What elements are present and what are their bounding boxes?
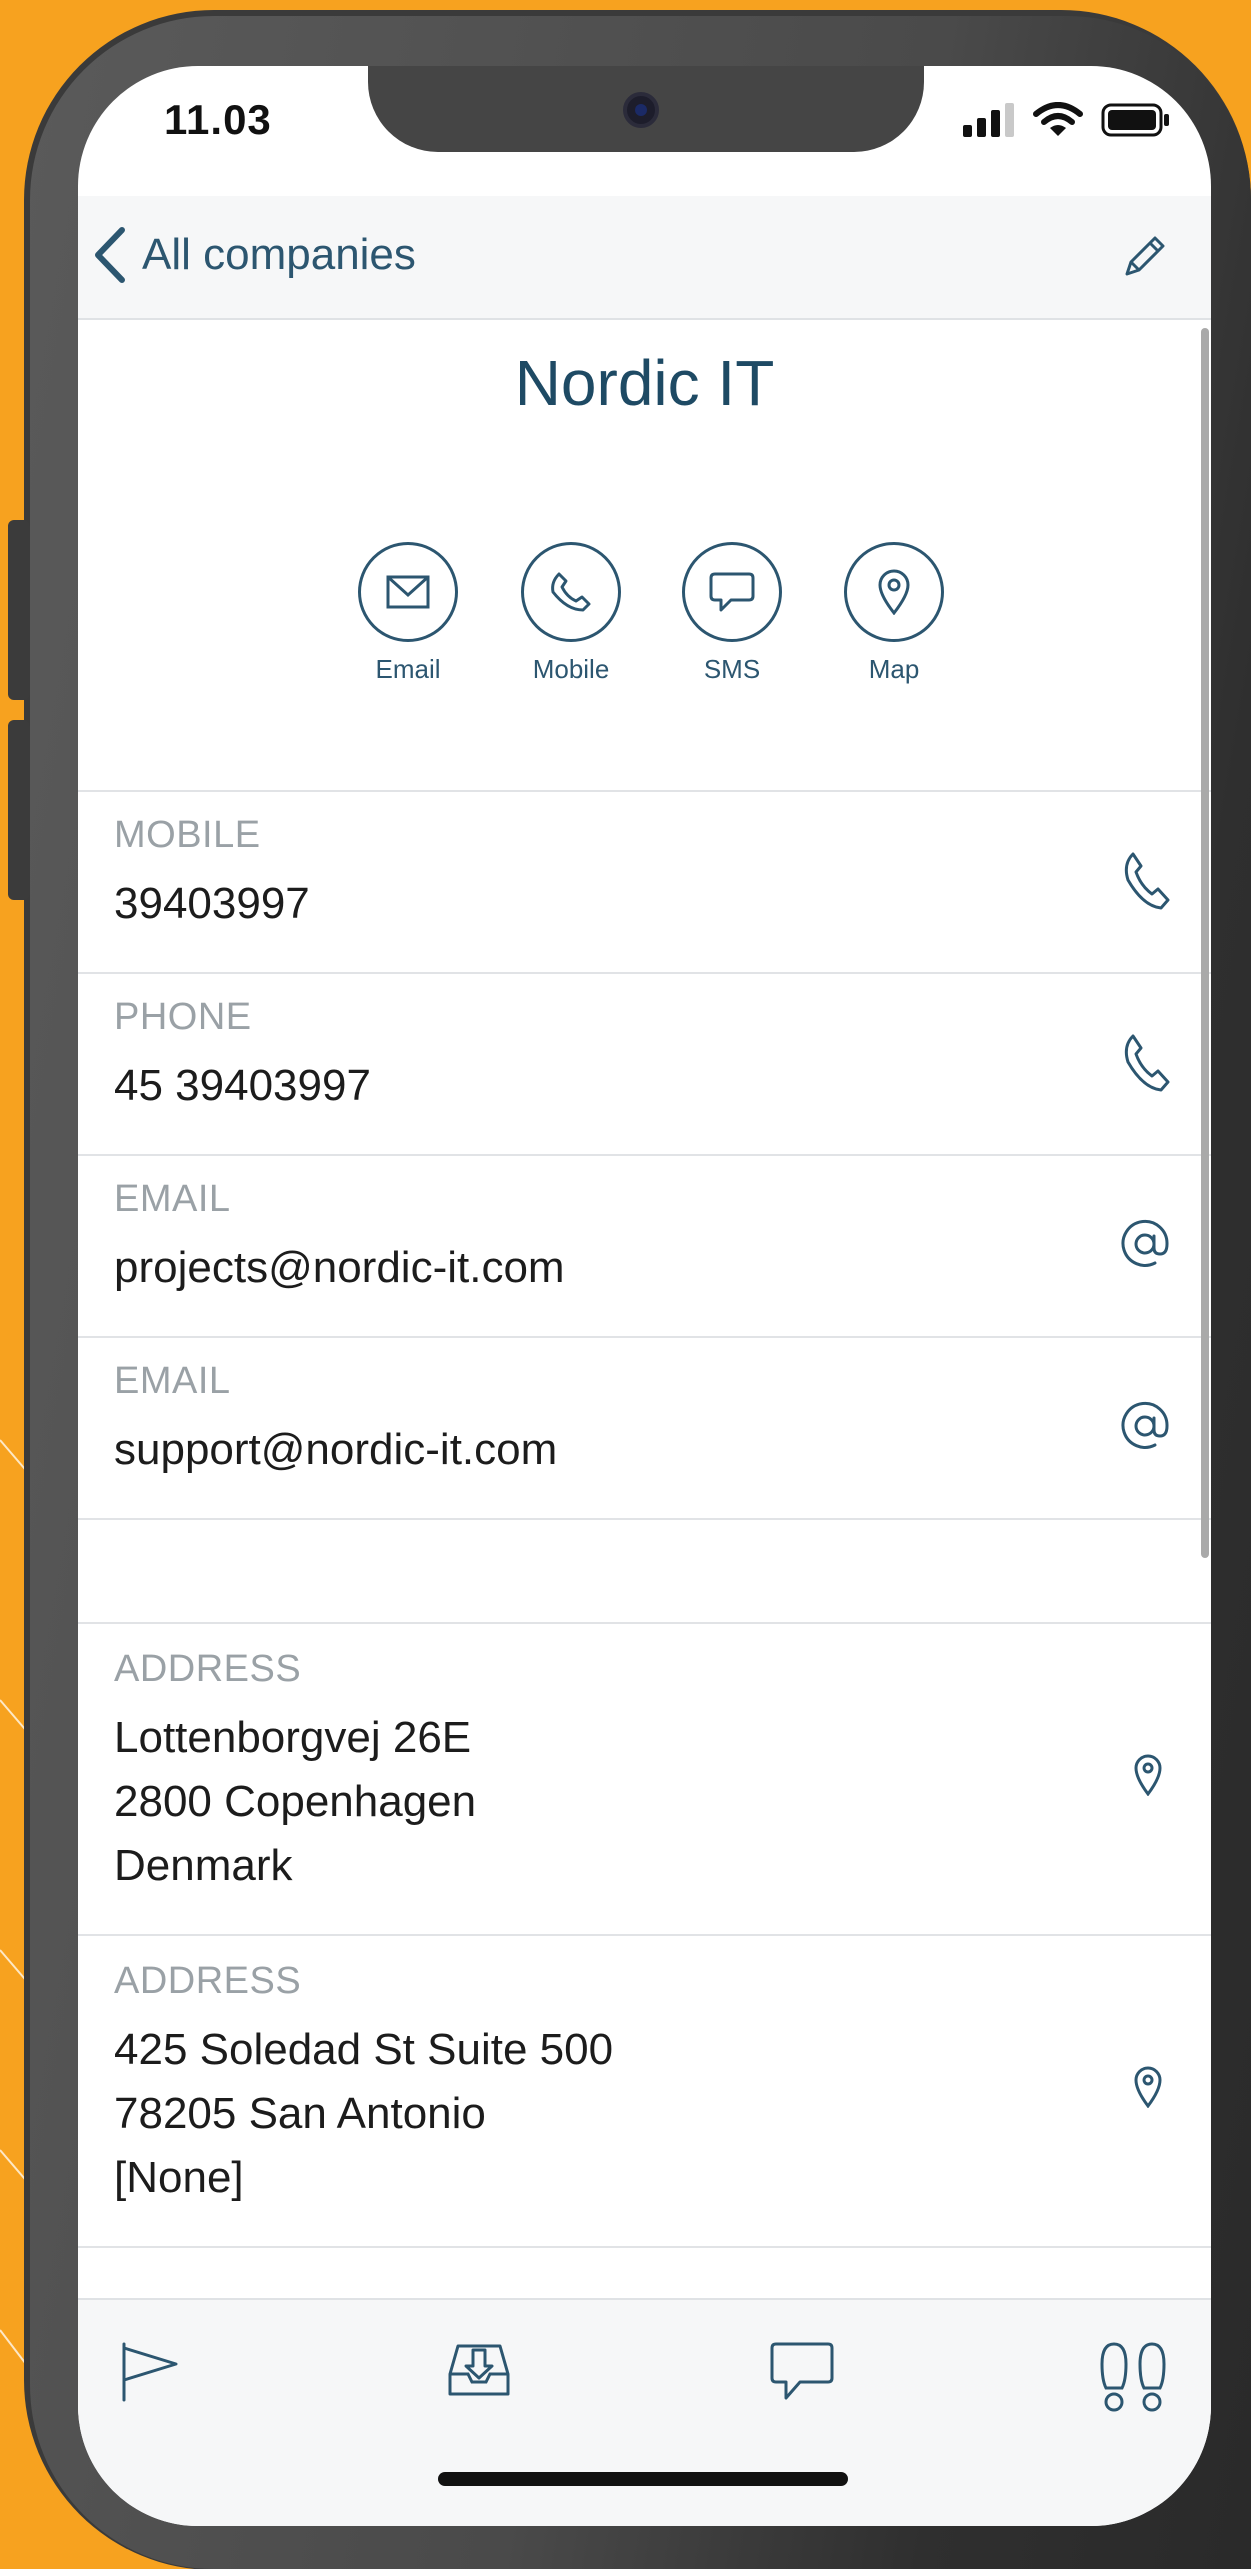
phone-icon (1124, 852, 1170, 910)
phone-field[interactable]: PHONE 45 39403997 (78, 974, 1211, 1154)
email-action-button[interactable]: Email (348, 542, 468, 685)
inbox-icon (448, 2344, 510, 2396)
at-sign-icon (1121, 1401, 1169, 1449)
company-name: Nordic IT (514, 347, 775, 419)
chat-icon (770, 2342, 834, 2400)
divider (78, 2246, 1211, 2248)
quick-actions: Email Mobile SMS Map (348, 542, 948, 685)
open-map-button[interactable] (1133, 2066, 1163, 2113)
field-label: EMAIL (114, 1360, 231, 1402)
phone-screen: 11.03 All companies Nordic IT Email Mobi… (78, 66, 1211, 2526)
field-label: MOBILE (114, 814, 261, 856)
address-line: Denmark (114, 1841, 293, 1890)
wifi-icon (1033, 102, 1083, 136)
flag-icon (122, 2342, 178, 2402)
email-value: support@nordic-it.com (114, 1425, 558, 1474)
speech-bubble-icon (709, 572, 755, 612)
email-action-label: Email (375, 654, 441, 684)
map-pin-icon (1134, 2066, 1162, 2109)
mobile-action-button[interactable]: Mobile (511, 542, 631, 685)
mute-switch (8, 520, 30, 700)
mobile-action-label: Mobile (532, 654, 610, 684)
mobile-field[interactable]: MOBILE 39403997 (78, 792, 1211, 972)
address-line: 425 Soledad St Suite 500 (114, 2025, 614, 2074)
map-action-button[interactable]: Map (834, 542, 954, 685)
map-pin-icon (1134, 1754, 1162, 1797)
field-label: ADDRESS (114, 1960, 302, 2002)
address-line: 2800 Copenhagen (114, 1777, 477, 1826)
divider (78, 1518, 1211, 1520)
map-pin-icon (878, 569, 910, 615)
field-label: ADDRESS (114, 1648, 302, 1690)
pencil-icon (1125, 236, 1165, 276)
address-line: Lottenborgvej 26E (114, 1713, 472, 1762)
address-field[interactable]: ADDRESS 425 Soledad St Suite 500 78205 S… (78, 1936, 1211, 2246)
field-label: PHONE (114, 996, 252, 1038)
at-sign-icon (1121, 1219, 1169, 1267)
status-time: 11.03 (164, 96, 272, 143)
phone-value: 45 39403997 (114, 1061, 371, 1110)
envelope-icon (386, 575, 430, 609)
email-field[interactable]: EMAIL projects@nordic-it.com (78, 1156, 1211, 1336)
tab-inbox[interactable] (446, 2340, 512, 2405)
email-field[interactable]: EMAIL support@nordic-it.com (78, 1338, 1211, 1518)
back-button-label: All companies (142, 230, 416, 279)
tab-bar (78, 2298, 1211, 2526)
front-camera (623, 92, 659, 128)
status-icons (963, 100, 1171, 140)
signal-icon (963, 103, 1014, 137)
address-line: [None] (114, 2153, 244, 2202)
tab-chat[interactable] (768, 2340, 836, 2409)
send-email-button[interactable] (1119, 1400, 1171, 1457)
phone-icon (1124, 1034, 1170, 1092)
phone-icon (551, 572, 591, 612)
send-email-button[interactable] (1119, 1218, 1171, 1275)
tab-footprints[interactable] (1096, 2340, 1170, 2419)
address-line: 78205 San Antonio (114, 2089, 486, 2138)
call-phone-button[interactable] (1121, 1032, 1171, 1099)
back-button[interactable]: All companies (92, 226, 416, 284)
battery-icon (1101, 103, 1169, 137)
field-label: EMAIL (114, 1178, 231, 1220)
tab-flag[interactable] (118, 2340, 182, 2409)
chevron-left-icon (95, 227, 125, 283)
address-field[interactable]: ADDRESS Lottenborgvej 26E 2800 Copenhage… (78, 1624, 1211, 1934)
open-map-button[interactable] (1133, 1754, 1163, 1801)
volume-button (8, 720, 30, 900)
email-value: projects@nordic-it.com (114, 1243, 565, 1292)
edit-button[interactable] (1119, 230, 1171, 287)
home-indicator[interactable] (438, 2472, 848, 2486)
mobile-value: 39403997 (114, 879, 310, 928)
footprints-icon (1100, 2342, 1166, 2412)
map-action-label: Map (868, 654, 920, 684)
sms-action-button[interactable]: SMS (672, 542, 792, 685)
call-mobile-button[interactable] (1121, 850, 1171, 917)
scrollbar[interactable] (1201, 328, 1209, 1558)
sms-action-label: SMS (703, 654, 761, 684)
navigation-bar: All companies (78, 196, 1211, 320)
